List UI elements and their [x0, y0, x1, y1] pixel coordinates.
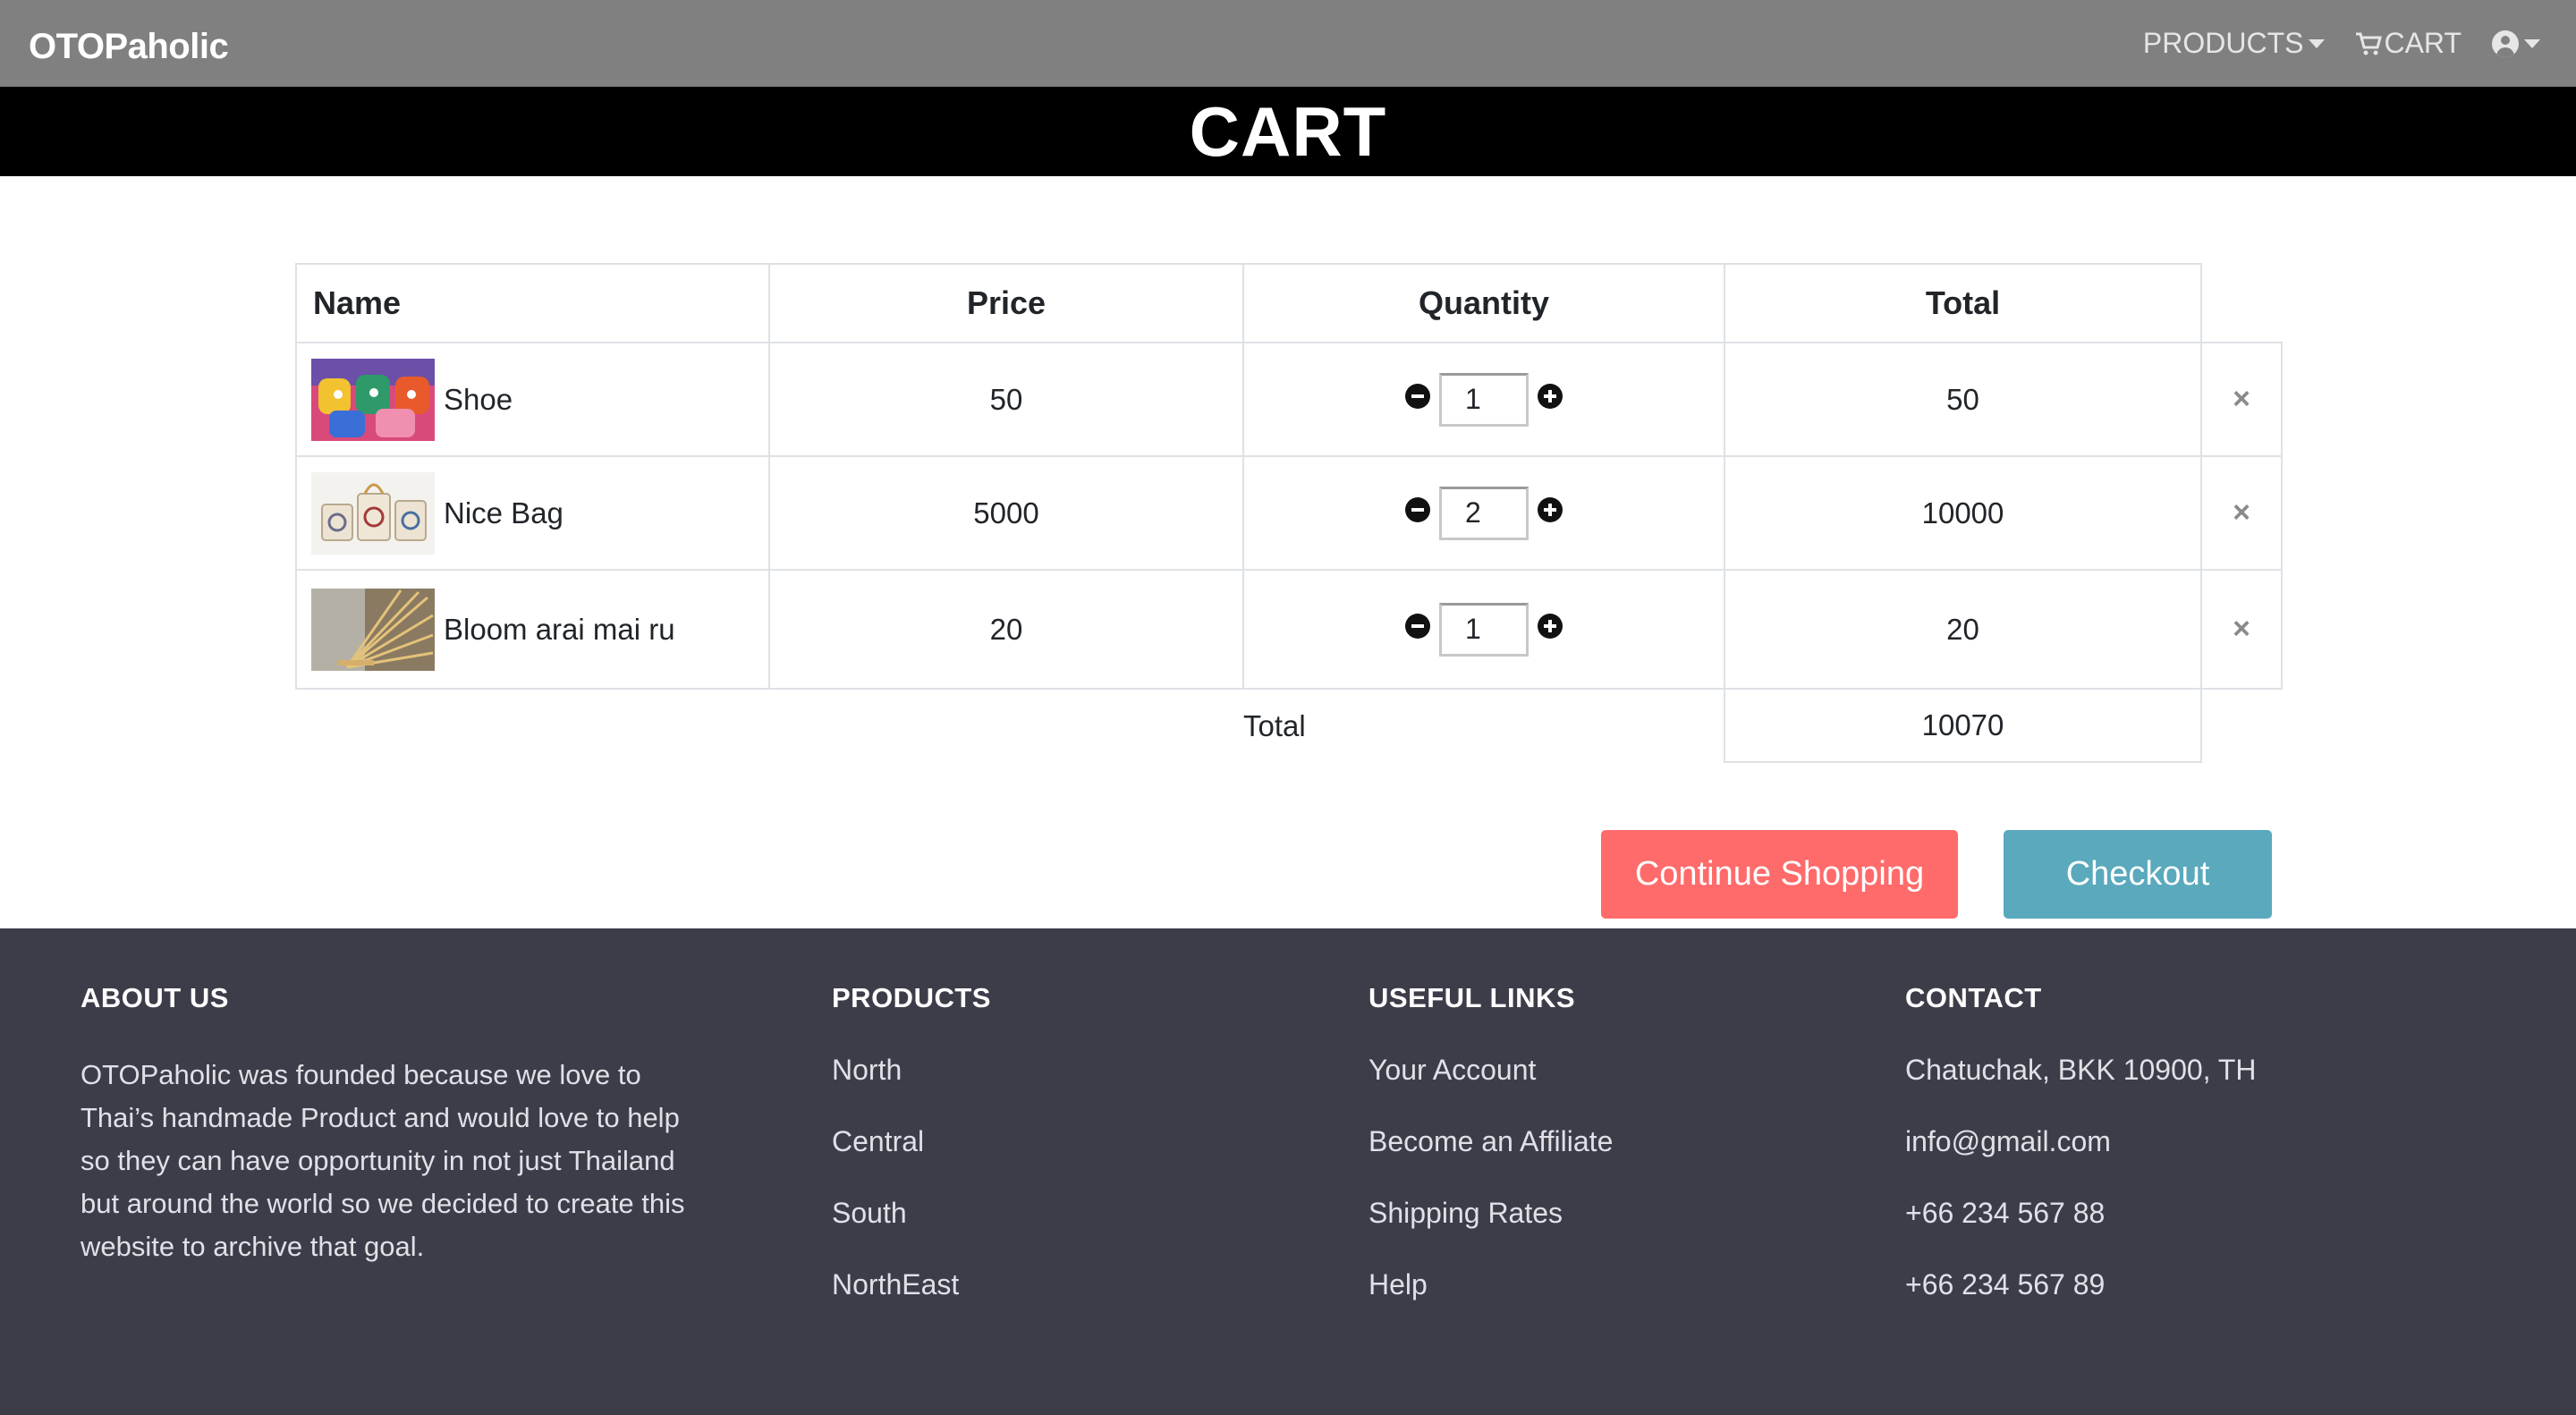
item-price: 20 — [768, 569, 1244, 690]
item-price: 5000 — [768, 455, 1244, 571]
cart-icon — [2356, 32, 2383, 55]
summary-spacer — [2201, 689, 2282, 762]
table-row: Bloom arai mai ru 20 20 × — [295, 569, 2283, 690]
footer-useful-links: USEFUL LINKS Your Account Become an Affi… — [1368, 982, 1613, 1340]
footer-contact-heading: CONTACT — [1905, 982, 2042, 1013]
product-image-bloom — [311, 588, 435, 671]
remove-cell: × — [2200, 342, 2283, 457]
nav-cart-label: CART — [2384, 27, 2462, 59]
footer-about: ABOUT US OTOPaholic was founded because … — [80, 982, 689, 1268]
table-row: Shoe 50 50 × — [295, 342, 2283, 457]
brand-logo[interactable]: OTOPaholic — [29, 27, 229, 67]
checkout-button[interactable]: Checkout — [2004, 830, 2272, 919]
chevron-down-icon — [2524, 38, 2540, 48]
summary-spacer — [769, 689, 1243, 762]
nav-user-dropdown[interactable] — [2492, 30, 2540, 57]
footer-about-heading: ABOUT US — [80, 982, 229, 1013]
minus-icon[interactable] — [1405, 383, 1430, 409]
close-icon[interactable]: × — [2233, 382, 2250, 416]
quantity-stepper — [1244, 486, 1724, 540]
item-name-cell: Nice Bag — [295, 455, 770, 571]
product-image-shoe — [311, 358, 435, 441]
item-name-cell: Shoe — [295, 342, 770, 457]
footer-link-south[interactable]: South — [832, 1197, 991, 1268]
item-total: 20 — [1724, 569, 2202, 690]
header-price: Price — [768, 263, 1244, 343]
user-icon — [2492, 30, 2519, 57]
table-row: Nice Bag 5000 10000 × — [295, 455, 2283, 571]
footer-links-heading: USEFUL LINKS — [1368, 982, 1576, 1013]
item-name: Shoe — [444, 382, 513, 416]
page-title: CART — [1189, 92, 1387, 171]
minus-icon[interactable] — [1405, 496, 1430, 522]
summary-row: Total 10070 — [296, 688, 2282, 763]
quantity-input[interactable] — [1439, 602, 1529, 657]
nav-products-dropdown[interactable]: PRODUCTS — [2143, 27, 2326, 60]
footer-link-central[interactable]: Central — [832, 1125, 991, 1197]
header-quantity: Quantity — [1242, 263, 1725, 343]
contact-address: Chatuchak, BKK 10900, TH — [1905, 1054, 2257, 1086]
plus-icon[interactable] — [1538, 496, 1563, 522]
minus-icon[interactable] — [1405, 613, 1430, 639]
continue-shopping-button[interactable]: Continue Shopping — [1601, 830, 1958, 919]
cart-table: Name Price Quantity Total Shoe 50 1 50 ×… — [295, 263, 2283, 763]
footer-link-your-account[interactable]: Your Account — [1368, 1054, 1613, 1125]
quantity-stepper — [1244, 372, 1724, 427]
summary-spacer — [296, 689, 769, 762]
table-header-row: Name Price Quantity Total — [295, 263, 2282, 343]
item-total: 50 — [1724, 342, 2202, 457]
item-quantity-cell — [1242, 342, 1725, 457]
product-image-bag — [311, 471, 435, 555]
footer-link-shipping-rates[interactable]: Shipping Rates — [1368, 1197, 1613, 1268]
contact-phone: +66 234 567 89 — [1905, 1268, 2106, 1301]
quantity-input[interactable] — [1439, 486, 1529, 540]
summary-total: 10070 — [1724, 688, 2202, 763]
page-title-band: CART — [0, 87, 2576, 176]
chevron-down-icon — [2309, 38, 2326, 48]
footer: ABOUT US OTOPaholic was founded because … — [0, 928, 2576, 1415]
item-total: 10000 — [1724, 455, 2202, 571]
header-empty — [2201, 264, 2282, 343]
item-name-cell: Bloom arai mai ru — [295, 569, 770, 690]
item-name: Bloom arai mai ru — [444, 612, 675, 646]
item-quantity-cell — [1242, 569, 1725, 690]
quantity-input[interactable] — [1439, 372, 1529, 427]
footer-link-affiliate[interactable]: Become an Affiliate — [1368, 1125, 1613, 1197]
close-icon[interactable]: × — [2233, 496, 2250, 530]
contact-phone: +66 234 567 88 — [1905, 1197, 2106, 1229]
item-quantity-cell — [1242, 455, 1725, 571]
plus-icon[interactable] — [1538, 383, 1563, 409]
footer-link-north[interactable]: North — [832, 1054, 991, 1125]
footer-about-text: OTOPaholic was founded because we love t… — [80, 1059, 685, 1262]
close-icon[interactable]: × — [2233, 612, 2250, 646]
header-total: Total — [1724, 263, 2202, 343]
summary-label: Total — [1243, 708, 1306, 742]
footer-products-heading: PRODUCTS — [832, 982, 991, 1013]
footer-link-help[interactable]: Help — [1368, 1268, 1613, 1340]
remove-cell: × — [2200, 569, 2283, 690]
plus-icon[interactable] — [1538, 613, 1563, 639]
navbar: OTOPaholic PRODUCTS CART — [0, 0, 2576, 87]
nav-products-label: PRODUCTS — [2142, 27, 2304, 59]
nav-menu: PRODUCTS CART — [2143, 0, 2540, 87]
footer-contact: CONTACT Chatuchak, BKK 10900, TH info@gm… — [1905, 982, 2257, 1340]
contact-email: info@gmail.com — [1905, 1125, 2111, 1157]
footer-products: PRODUCTS North Central South NorthEast — [832, 982, 991, 1340]
item-price: 50 — [768, 342, 1244, 457]
nav-cart-link[interactable]: CART — [2355, 27, 2462, 60]
item-name: Nice Bag — [444, 496, 564, 530]
quantity-stepper — [1244, 602, 1724, 657]
footer-link-northeast[interactable]: NorthEast — [832, 1268, 991, 1340]
remove-cell: × — [2200, 455, 2283, 571]
header-name: Name — [295, 263, 770, 343]
